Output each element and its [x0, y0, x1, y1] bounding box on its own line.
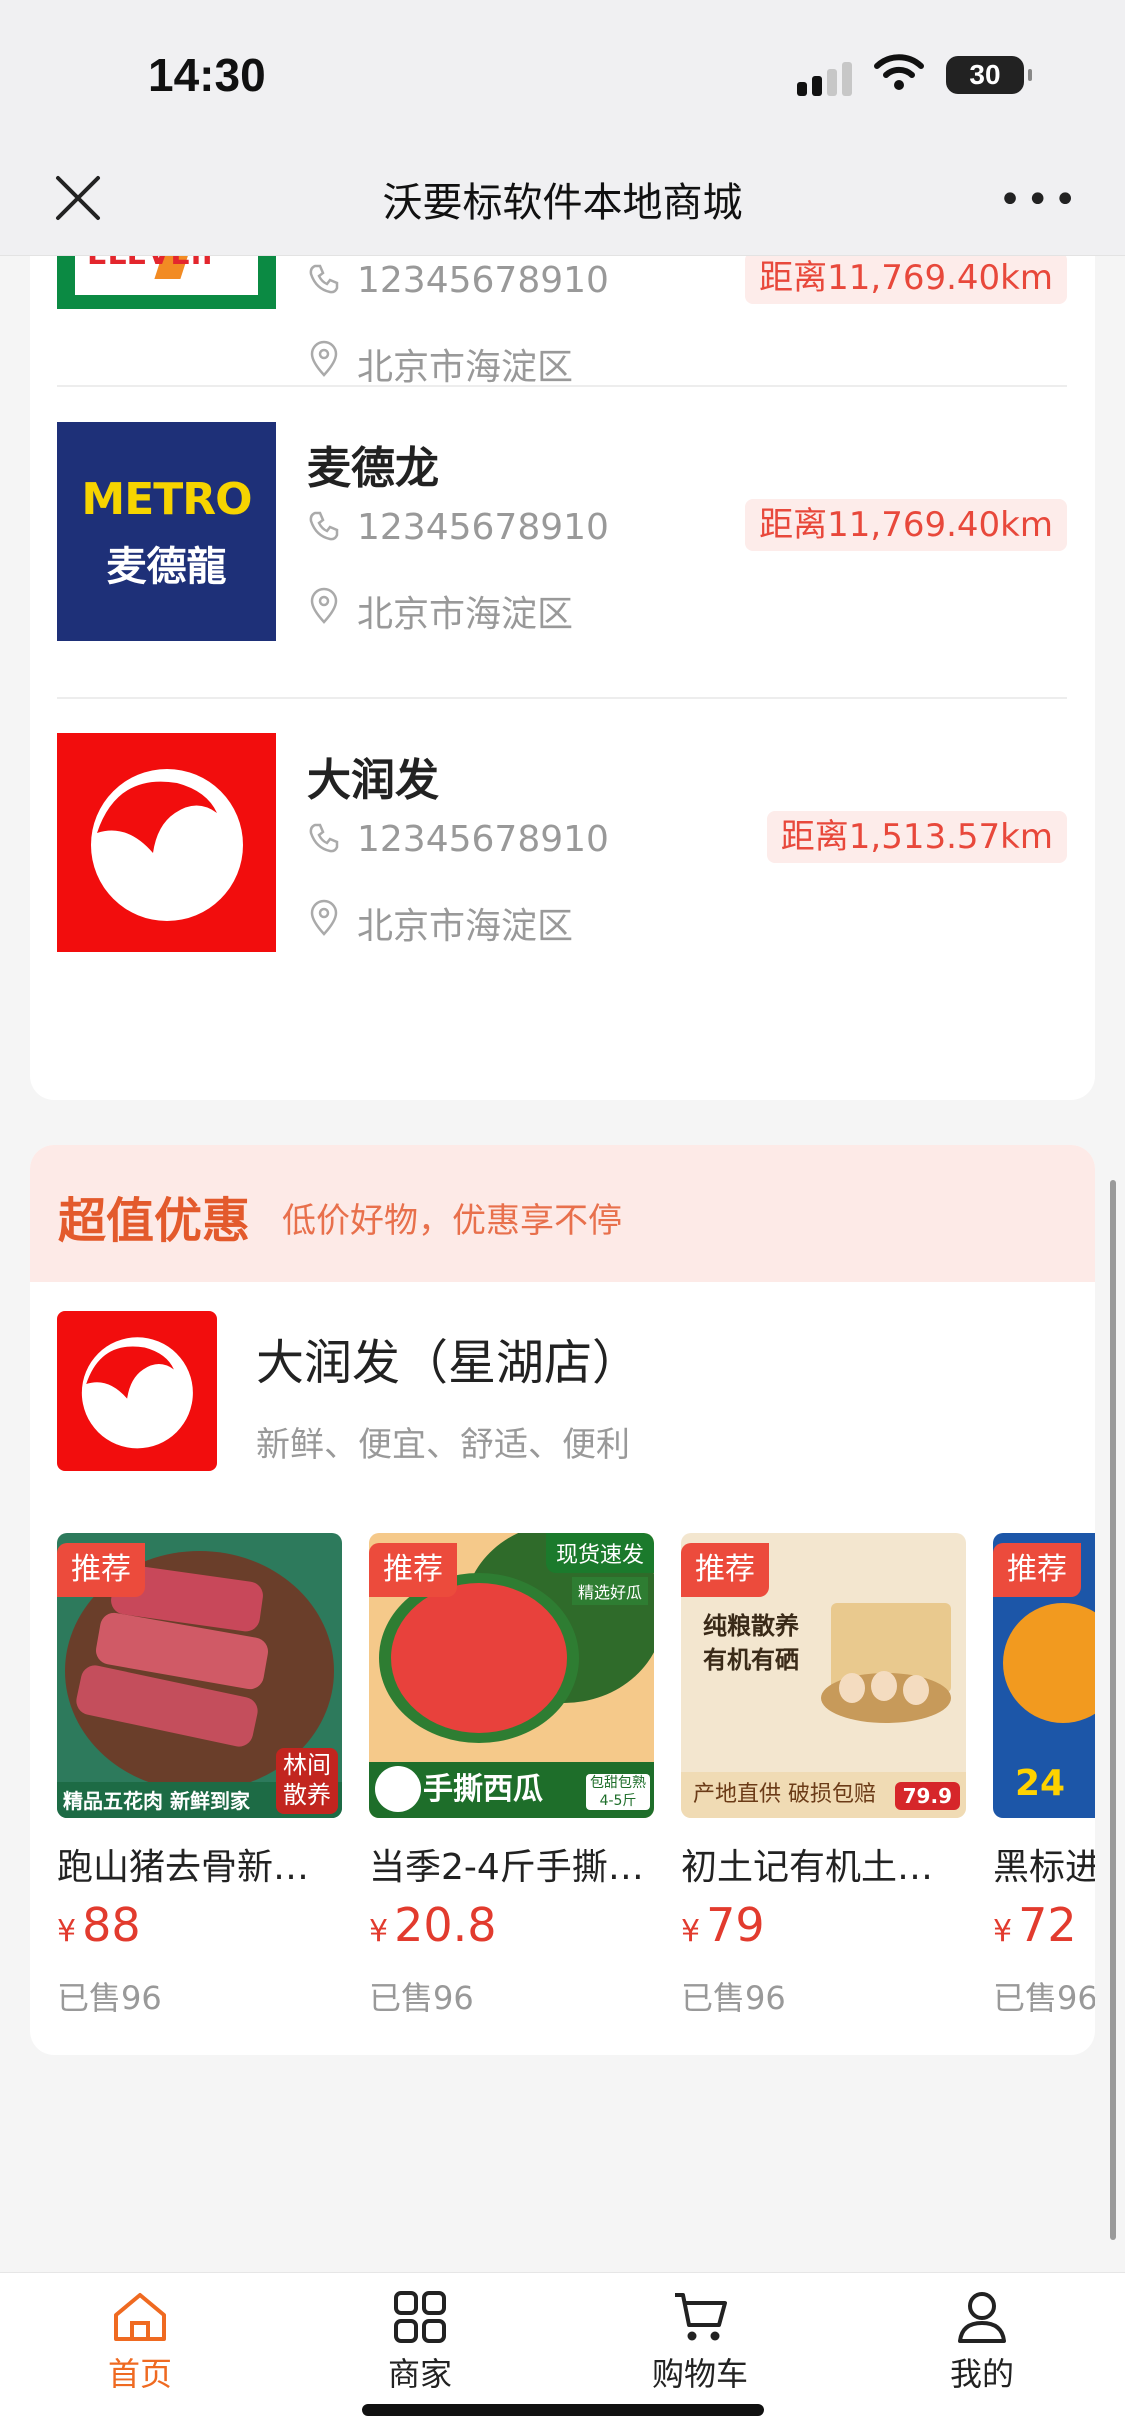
- store-item-rtmart[interactable]: 大润发 12345678910 距离1,513.57km 北京市海淀区: [57, 699, 1067, 1011]
- tab-cart[interactable]: 购物车: [600, 2289, 800, 2399]
- distance-badge: 距离1,513.57km: [766, 811, 1067, 863]
- tab-home[interactable]: 首页: [40, 2289, 240, 2399]
- page-title: 沃要标软件本地商城: [382, 180, 743, 226]
- distance-badge: 距离11,769.40km: [745, 499, 1067, 551]
- product-card[interactable]: 现货速发 精选好瓜 手撕西瓜 包甜包熟 4-5斤 推荐 当季2-4斤手撕西瓜 ¥…: [369, 1533, 654, 2033]
- product-price: ¥72: [993, 1898, 1077, 1952]
- grid-icon: [394, 2291, 446, 2343]
- product-price: ¥79: [681, 1898, 765, 1952]
- recommend-badge: 推荐: [57, 1543, 145, 1597]
- more-icon[interactable]: •••: [998, 180, 1081, 220]
- promo-header: 超值优惠 低价好物，优惠享不停: [30, 1145, 1095, 1282]
- sold-count: 已售96: [369, 1979, 474, 2017]
- scrollbar[interactable]: [1110, 1180, 1116, 2240]
- home-indicator: [362, 2404, 764, 2416]
- tab-label: 购物车: [651, 2355, 748, 2393]
- nav-bar: 沃要标软件本地商城 •••: [0, 140, 1125, 256]
- product-card[interactable]: 24 推荐 黑标进口橙子 ¥72 已售96: [993, 1533, 1095, 2033]
- sold-count: 已售96: [57, 1979, 162, 2017]
- distance-badge: 距离11,769.40km: [745, 252, 1067, 304]
- metro-logo: METRO 麦德龍: [57, 422, 276, 641]
- store-name: 麦德龙: [307, 443, 439, 494]
- store-item-metro[interactable]: METRO 麦德龍 麦德龙 12345678910 距离11,769.40km …: [57, 387, 1067, 699]
- recommend-badge: 推荐: [369, 1543, 457, 1597]
- promo-title: 超值优惠: [58, 1193, 251, 1249]
- product-title: 跑山猪去骨新鲜五花肉: [57, 1847, 342, 1888]
- location-icon: [310, 899, 338, 936]
- promo-subtitle: 低价好物，优惠享不停: [282, 1201, 622, 1241]
- product-card[interactable]: 精品五花肉 新鲜到家 林间散养 推荐 跑山猪去骨新鲜五花肉 ¥88 已售96: [57, 1533, 342, 2033]
- tab-profile[interactable]: 我的: [882, 2289, 1082, 2399]
- tab-label: 首页: [107, 2355, 172, 2393]
- shop-name[interactable]: 大润发（星湖店）: [256, 1323, 640, 1393]
- sold-count: 已售96: [993, 1979, 1095, 2017]
- product-price: ¥88: [57, 1898, 141, 1952]
- phone-icon: [309, 511, 339, 541]
- home-icon: [114, 2293, 166, 2341]
- recommend-badge: 推荐: [681, 1543, 769, 1597]
- store-name: 大润发: [307, 755, 439, 806]
- product-title: 初土记有机土鸡蛋: [681, 1847, 966, 1888]
- cart-icon: [675, 2293, 727, 2341]
- product-title: 当季2-4斤手撕西瓜: [369, 1847, 654, 1888]
- product-title: 黑标进口橙子: [993, 1847, 1095, 1888]
- product-card[interactable]: 纯粮散养 有机有硒 产地直供 破损包赔 79.9 推荐 初土记有机土鸡蛋 ¥79…: [681, 1533, 966, 2033]
- phone-icon: [309, 823, 339, 853]
- user-icon: [958, 2292, 1006, 2343]
- rt-mart-logo: [57, 733, 276, 952]
- tab-merchants[interactable]: 商家: [320, 2289, 520, 2399]
- tab-label: 商家: [387, 2355, 452, 2393]
- shop-tagline: 新鲜、便宜、舒适、便利: [256, 1425, 630, 1465]
- store-list: ELEVEn 7-11便利店 12345678910 距离11,769.40km…: [30, 155, 1095, 1100]
- recommend-badge: 推荐: [993, 1543, 1081, 1597]
- location-icon: [310, 587, 338, 624]
- location-icon: [310, 340, 338, 377]
- product-carousel[interactable]: 精品五花肉 新鲜到家 林间散养 推荐 跑山猪去骨新鲜五花肉 ¥88 已售96 现…: [57, 1533, 1095, 2033]
- tab-label: 我的: [949, 2355, 1014, 2393]
- phone-icon: [309, 264, 339, 294]
- shop-logo[interactable]: [57, 1311, 217, 1471]
- sold-count: 已售96: [681, 1979, 786, 2017]
- product-price: ¥20.8: [369, 1898, 497, 1952]
- promo-section: 超值优惠 低价好物，优惠享不停 大润发（星湖店） 新鲜、便宜、舒适、便利 精品五…: [30, 1145, 1095, 2055]
